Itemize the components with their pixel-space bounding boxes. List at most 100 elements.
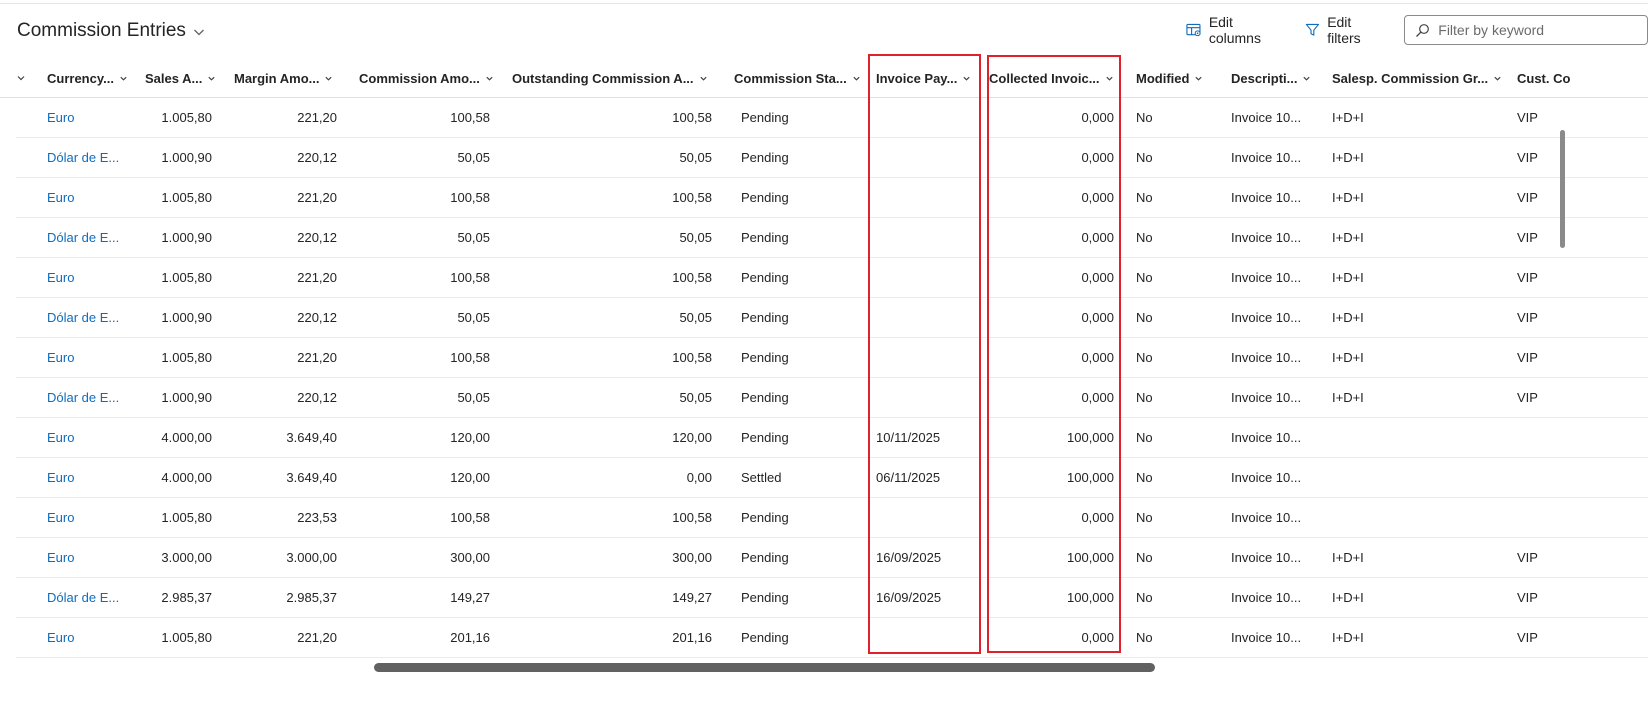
cell-sales: 3.000,00 (161, 550, 212, 565)
cell-modified: No (1136, 630, 1153, 645)
cell-status: Pending (741, 510, 789, 525)
cell-sales: 1.005,80 (161, 270, 212, 285)
cell-invoice-pay: 16/09/2025 (876, 590, 942, 605)
column-header-label: Margin Amo... (234, 70, 320, 86)
cell-currency[interactable]: Dólar de E... (47, 578, 127, 618)
cell-cust: VIP (1517, 350, 1538, 365)
vertical-scrollbar[interactable] (1560, 130, 1565, 248)
cell-currency[interactable]: Dólar de E... (47, 218, 127, 258)
cell-commission: 100,58 (450, 190, 490, 205)
table-row[interactable]: Dólar de E... 1.000,90 220,12 50,05 50,05 Pen… (16, 218, 1648, 258)
horizontal-scrollbar[interactable] (374, 663, 1155, 672)
column-header-label: Collected Invoic... (989, 70, 1100, 86)
cell-description: Invoice 10... (1231, 310, 1302, 325)
cell-outstanding: 50,05 (679, 230, 712, 245)
column-header-currency[interactable]: Currency... (47, 58, 128, 98)
cell-modified: No (1136, 590, 1153, 605)
column-header-invoice-pay[interactable]: Invoice Pay... (876, 58, 971, 98)
table-row[interactable]: Dólar de E... 2.985,37 2.985,37 149,27 149,2… (16, 578, 1648, 618)
column-header-description[interactable]: Descripti... (1231, 58, 1311, 98)
cell-margin: 221,20 (297, 270, 337, 285)
cell-status: Pending (741, 390, 789, 405)
cell-currency[interactable]: Euro (47, 178, 127, 218)
filter-icon (1306, 23, 1320, 36)
edit-filters-button[interactable]: Edit filters (1302, 14, 1387, 46)
column-header-status[interactable]: Commission Sta... (734, 58, 861, 98)
cell-group: I+D+I (1332, 390, 1364, 405)
cell-description: Invoice 10... (1231, 190, 1302, 205)
table-row[interactable]: Euro 1.005,80 221,20 100,58 100,58 Pending 0,0… (16, 98, 1648, 138)
table-row[interactable]: Euro 4.000,00 3.649,40 120,00 0,00 Settled 06/… (16, 458, 1648, 498)
column-header-cust[interactable]: Cust. Co (1517, 58, 1570, 98)
cell-cust: VIP (1517, 230, 1538, 245)
cell-currency[interactable]: Euro (47, 538, 127, 578)
edit-columns-button[interactable]: Edit columns (1183, 14, 1286, 46)
cell-description: Invoice 10... (1231, 150, 1302, 165)
table-row[interactable]: Euro 1.005,80 221,20 100,58 100,58 Pending 0,0… (16, 258, 1648, 298)
cell-commission: 201,16 (450, 630, 490, 645)
cell-status: Pending (741, 230, 789, 245)
table-row[interactable]: Euro 1.005,80 221,20 100,58 100,58 Pending 0,0… (16, 338, 1648, 378)
cell-currency[interactable]: Euro (47, 498, 127, 538)
column-header-outstanding[interactable]: Outstanding Commission A... (512, 58, 708, 98)
cell-sales: 1.000,90 (161, 230, 212, 245)
cell-modified: No (1136, 390, 1153, 405)
cell-collected: 100,000 (1067, 590, 1114, 605)
cell-group: I+D+I (1332, 350, 1364, 365)
cell-currency[interactable]: Dólar de E... (47, 298, 127, 338)
cell-currency[interactable]: Euro (47, 458, 127, 498)
table-row[interactable]: Dólar de E... 1.000,90 220,12 50,05 50,05 Pen… (16, 378, 1648, 418)
column-header-collected[interactable]: Collected Invoic... (989, 58, 1114, 98)
cell-cust (1517, 498, 1637, 538)
table-row[interactable]: Euro 1.005,80 221,20 100,58 100,58 Pending 0,0… (16, 178, 1648, 218)
keyword-filter-input[interactable] (1438, 22, 1639, 38)
cell-currency[interactable]: Euro (47, 98, 127, 138)
keyword-filter-box[interactable] (1404, 15, 1648, 45)
cell-commission: 100,58 (450, 270, 490, 285)
cell-group (1332, 418, 1472, 458)
cell-collected: 0,000 (1081, 230, 1114, 245)
cell-invoice-pay (876, 98, 976, 138)
cell-status: Pending (741, 110, 789, 125)
cell-invoice-pay (876, 258, 976, 298)
chevron-down-icon (1195, 76, 1203, 81)
table-row[interactable]: Euro 4.000,00 3.649,40 120,00 120,00 Pending 1… (16, 418, 1648, 458)
cell-status: Settled (741, 470, 782, 485)
page-title-menu[interactable]: Commission Entries (17, 20, 206, 42)
cell-currency[interactable]: Euro (47, 338, 127, 378)
cell-description: Invoice 10... (1231, 590, 1302, 605)
column-header-commission[interactable]: Commission Amo... (359, 58, 494, 98)
cell-currency[interactable]: Euro (47, 258, 127, 298)
cell-modified: No (1136, 430, 1153, 445)
cell-collected: 0,000 (1081, 390, 1114, 405)
cell-currency[interactable]: Dólar de E... (47, 378, 127, 418)
table-row[interactable]: Dólar de E... 1.000,90 220,12 50,05 50,05 Pen… (16, 298, 1648, 338)
cell-sales: 1.000,90 (161, 150, 212, 165)
row-selector-chevron-icon[interactable] (16, 73, 26, 83)
table-row[interactable]: Euro 1.005,80 221,20 201,16 201,16 Pending 0,0… (16, 618, 1648, 658)
cell-currency[interactable]: Euro (47, 418, 127, 458)
cell-outstanding: 100,58 (672, 270, 712, 285)
cell-status: Pending (741, 350, 789, 365)
cell-cust: VIP (1517, 270, 1538, 285)
table-row[interactable]: Euro 1.005,80 223,53 100,58 100,58 Pending 0,0… (16, 498, 1648, 538)
table-row[interactable]: Euro 3.000,00 3.000,00 300,00 300,00 Pending 1… (16, 538, 1648, 578)
table-row[interactable]: Dólar de E... 1.000,90 220,12 50,05 50,05 Pen… (16, 138, 1648, 178)
cell-outstanding: 100,58 (672, 510, 712, 525)
cell-status: Pending (741, 590, 789, 605)
cell-collected: 0,000 (1081, 110, 1114, 125)
cell-group: I+D+I (1332, 150, 1364, 165)
cell-description: Invoice 10... (1231, 430, 1302, 445)
cell-status: Pending (741, 190, 789, 205)
column-header-group[interactable]: Salesp. Commission Gr... (1332, 58, 1502, 98)
column-header-modified[interactable]: Modified (1136, 58, 1203, 98)
cell-currency[interactable]: Euro (47, 618, 127, 658)
column-header-sales[interactable]: Sales A... (145, 58, 216, 98)
toolbar: Edit columns Edit filters (1183, 14, 1648, 46)
cell-modified: No (1136, 310, 1153, 325)
cell-currency[interactable]: Dólar de E... (47, 138, 127, 178)
column-header-margin[interactable]: Margin Amo... (234, 58, 333, 98)
cell-commission: 50,05 (457, 230, 490, 245)
cell-description: Invoice 10... (1231, 230, 1302, 245)
column-header-label: Descripti... (1231, 70, 1298, 86)
